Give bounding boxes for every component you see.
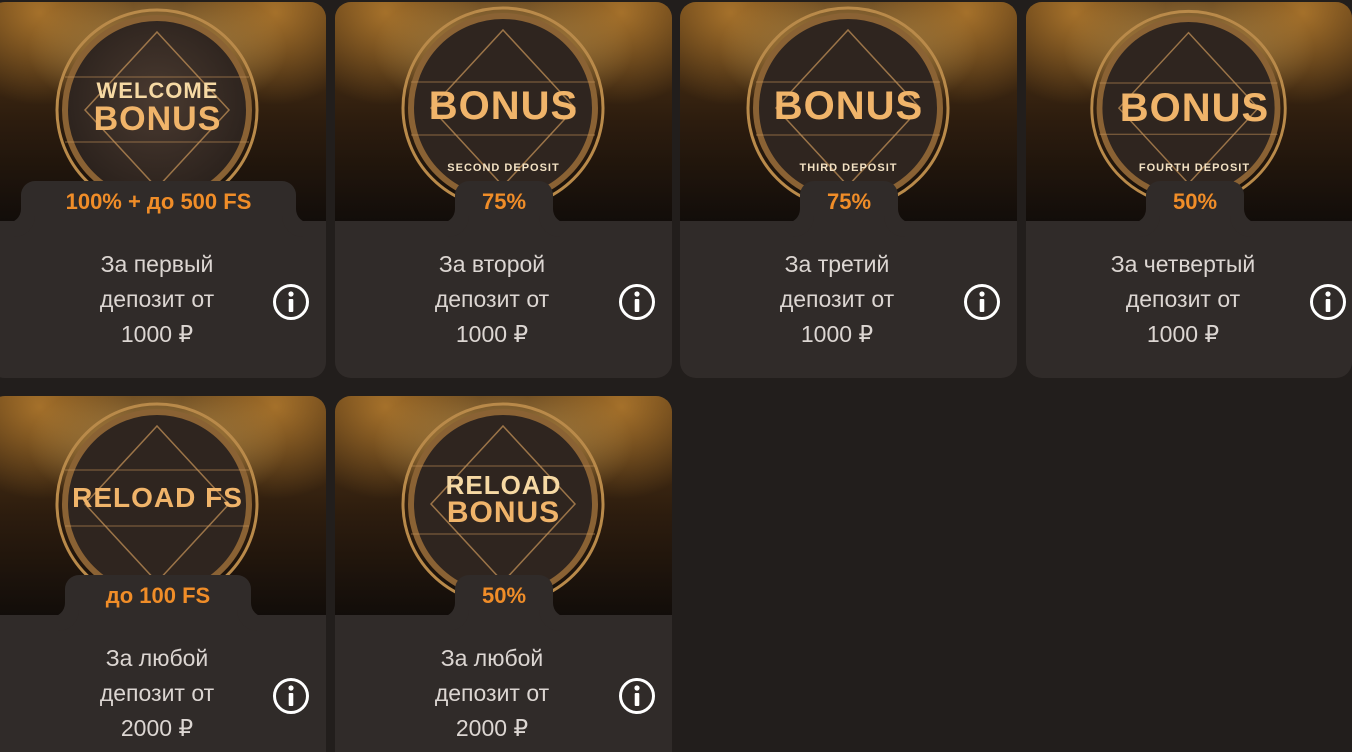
badge-subtitle: THIRD DEPOSIT xyxy=(799,162,898,174)
info-icon[interactable] xyxy=(1309,283,1347,321)
badge-title: BONUS xyxy=(773,84,924,128)
bonus-amount: до 100 FS xyxy=(65,575,251,617)
badge-title: BONUS xyxy=(428,84,579,128)
bonus-description: За любой депозит от 2000 ₽ xyxy=(99,645,215,741)
bonus-card-reload-fs[interactable]: RELOAD FS до 100 FS За любой депозит от … xyxy=(0,396,326,752)
bonus-amount: 75% xyxy=(455,181,553,223)
bonus-card-fourth-deposit[interactable]: BONUS FOURTH DEPOSIT 50% За четвертый де… xyxy=(1026,2,1352,378)
bonus-description: За любой депозит от 2000 ₽ xyxy=(434,645,550,741)
bonus-amount: 50% xyxy=(1146,181,1244,223)
badge-line-2: BONUS xyxy=(93,100,222,138)
bonus-amount: 100% + до 500 FS xyxy=(21,181,296,223)
bonus-amount: 50% xyxy=(455,575,553,617)
bonus-card-third-deposit[interactable]: BONUS THIRD DEPOSIT 75% За третий депози… xyxy=(680,2,1017,378)
bonus-description: За четвертый депозит от 1000 ₽ xyxy=(1110,251,1256,347)
info-icon[interactable] xyxy=(618,677,656,715)
bonus-amount: 75% xyxy=(800,181,898,223)
bonus-description: За третий депозит от 1000 ₽ xyxy=(779,251,895,347)
info-icon[interactable] xyxy=(272,283,310,321)
info-icon[interactable] xyxy=(272,677,310,715)
bonus-grid: WELCOME BONUS 100% + до 500 FS За первый… xyxy=(0,0,1352,752)
bonus-description: За первый депозит от 1000 ₽ xyxy=(99,251,215,347)
bonus-description: За второй депозит от 1000 ₽ xyxy=(434,251,550,347)
bonus-card-second-deposit[interactable]: BONUS SECOND DEPOSIT 75% За второй депоз… xyxy=(335,2,672,378)
badge-subtitle: SECOND DEPOSIT xyxy=(447,162,560,174)
bonus-card-reload-bonus[interactable]: RELOAD BONUS 50% За любой депозит от 200… xyxy=(335,396,672,752)
info-icon[interactable] xyxy=(618,283,656,321)
badge-title: BONUS xyxy=(1119,86,1270,130)
badge-line-2: BONUS xyxy=(446,496,561,529)
info-icon[interactable] xyxy=(963,283,1001,321)
bonus-card-welcome[interactable]: WELCOME BONUS 100% + до 500 FS За первый… xyxy=(0,2,326,378)
badge-subtitle: FOURTH DEPOSIT xyxy=(1138,162,1251,174)
badge-title: RELOAD FS xyxy=(72,482,243,513)
